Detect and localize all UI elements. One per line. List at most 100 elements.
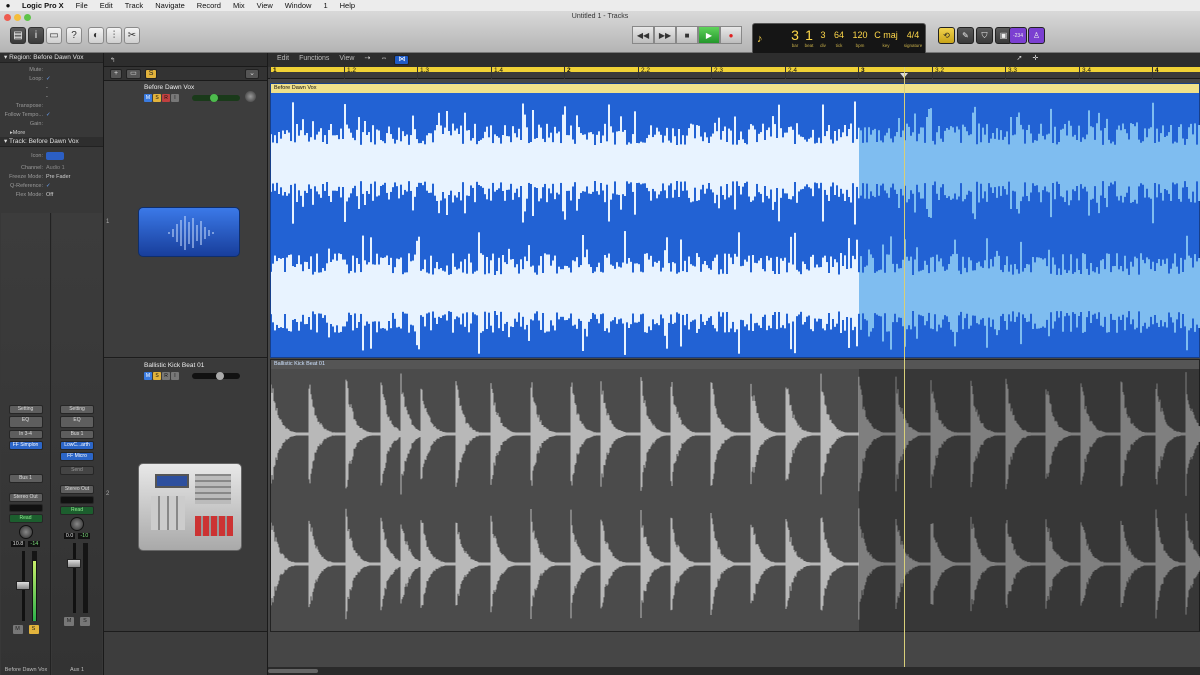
quick-help-button[interactable]: ?: [66, 27, 82, 44]
strip-2-fader-cap[interactable]: [67, 559, 81, 568]
audio-region-ballistic-kick-beat[interactable]: Ballistic Kick Beat 01: [270, 359, 1200, 632]
strip-2-automation-mode[interactable]: Read: [60, 506, 94, 515]
track-1-input-monitor-button[interactable]: I: [171, 94, 179, 102]
track-1-record-button[interactable]: R: [162, 94, 170, 102]
track-1-volume-slider[interactable]: [192, 94, 240, 102]
track-1-pan-knob[interactable]: [245, 91, 256, 102]
inspector-row-q-reference[interactable]: Q-Reference: ✓: [0, 181, 103, 190]
strip-1-pan-knob[interactable]: [18, 525, 33, 539]
editors-button[interactable]: ✂: [124, 27, 140, 44]
strip-2-setting-button[interactable]: Setting: [60, 405, 94, 414]
flex-icon[interactable]: ⋈: [394, 55, 410, 65]
strip-1-setting-button[interactable]: Setting: [8, 405, 43, 414]
track-1-solo-button[interactable]: S: [153, 94, 161, 102]
q-reference-checkbox[interactable]: ✓: [46, 183, 51, 189]
track-1-mute-button[interactable]: M: [144, 94, 152, 102]
inspector-row-follow-tempo[interactable]: Follow Tempo... ✓: [0, 110, 103, 119]
menu-view[interactable]: View: [251, 1, 279, 10]
bar-ruler[interactable]: 1 1.2 1.3 1.4 2 2.2 2.3 2.4 3 3.2 3.3 3.…: [268, 67, 1200, 79]
strip-1-group-slot[interactable]: [8, 504, 43, 512]
menu-track[interactable]: Track: [119, 1, 149, 10]
strip-2-solo-button[interactable]: S: [80, 617, 90, 626]
more-disclosure[interactable]: ▸ More: [0, 128, 103, 137]
strip-1-eq-button[interactable]: EQ: [8, 416, 43, 428]
play-button[interactable]: ▶: [698, 26, 720, 44]
inspector-row-loop[interactable]: Loop: ✓: [0, 74, 103, 83]
solo-button[interactable]: ⛉: [976, 27, 993, 44]
strip-2-pan-knob[interactable]: [70, 517, 84, 531]
track-header-2[interactable]: 2 Ballistic Kick Beat 01 M S R I: [104, 359, 267, 632]
tuner-button[interactable]: ✎: [957, 27, 974, 44]
track-menu-button[interactable]: ⌄: [245, 68, 259, 79]
strip-1-solo-button[interactable]: S: [28, 625, 39, 634]
strip-2-eq-button[interactable]: EQ: [60, 416, 94, 428]
menu-app[interactable]: Logic Pro X: [16, 1, 70, 10]
track-icon-swatch[interactable]: [46, 152, 64, 160]
rewind-button[interactable]: ◀◀: [632, 26, 654, 44]
track-2-solo-button[interactable]: S: [153, 372, 161, 380]
lcd-tempo[interactable]: 120: [851, 27, 869, 43]
strip-2-input-slot[interactable]: Bus 1: [60, 430, 94, 439]
strip-1-fader-cap[interactable]: [15, 581, 30, 590]
apple-menu-icon[interactable]: ●: [0, 1, 16, 10]
region-inspector-header[interactable]: ▾ Region: Before Dawn Vox: [0, 53, 103, 63]
track-2-input-monitor-button[interactable]: I: [171, 372, 179, 380]
strip-1-send-slot[interactable]: Bus 1: [8, 474, 43, 483]
follow-tempo-checkbox[interactable]: ✓: [46, 112, 51, 118]
strip-1-volume-fader[interactable]: [8, 551, 44, 621]
track-1-name[interactable]: Before Dawn Vox: [144, 84, 194, 91]
inspector-row-freeze[interactable]: Freeze Mode: Pre Fader: [0, 172, 103, 181]
audio-region-before-dawn-vox[interactable]: Before Dawn Vox: [270, 83, 1200, 358]
strip-2-plugin-slot-2[interactable]: FF Micro: [60, 452, 94, 461]
menu-help[interactable]: Help: [334, 1, 361, 10]
menu-window[interactable]: Window: [279, 1, 318, 10]
inspector-row-gain[interactable]: Gain:: [0, 119, 103, 128]
menu-1[interactable]: 1: [317, 1, 333, 10]
view-menu[interactable]: View: [336, 55, 358, 65]
library-button[interactable]: ▤: [10, 27, 26, 44]
scrollbar-thumb[interactable]: [268, 669, 318, 673]
smart-controls-button[interactable]: ◐: [88, 27, 104, 44]
edit-menu[interactable]: Edit: [274, 55, 293, 65]
track-2-mute-button[interactable]: M: [144, 372, 152, 380]
fast-forward-button[interactable]: ▶▶: [654, 26, 676, 44]
menu-record[interactable]: Record: [191, 1, 227, 10]
menu-navigate[interactable]: Navigate: [149, 1, 191, 10]
horizontal-scrollbar[interactable]: [268, 667, 1200, 675]
functions-menu[interactable]: Functions: [296, 55, 333, 65]
record-button[interactable]: ●: [720, 26, 742, 44]
snap-icon[interactable]: ⇔: [377, 55, 391, 65]
inspector-row-transpose[interactable]: Transpose:: [0, 101, 103, 110]
strip-2-group-slot[interactable]: [60, 496, 94, 504]
strip-2-send-slot[interactable]: Send: [60, 466, 94, 475]
mixer-button[interactable]: ⫶: [106, 27, 122, 44]
lcd-key[interactable]: C maj: [873, 27, 899, 43]
strip-2-mute-button[interactable]: M: [64, 617, 74, 626]
flex-mode-select[interactable]: Off: [46, 192, 53, 198]
strip-2-plugin-slot-1[interactable]: LowC...arth: [60, 441, 94, 450]
stop-button[interactable]: ■: [676, 26, 698, 44]
menu-mix[interactable]: Mix: [227, 1, 251, 10]
new-folder-button[interactable]: ▭: [126, 68, 141, 79]
inspector-row-flex[interactable]: Flex Mode: Off: [0, 190, 103, 199]
inspector-row-icon[interactable]: Icon:: [0, 149, 103, 163]
track-2-name[interactable]: Ballistic Kick Beat 01: [144, 362, 204, 369]
inspector-button[interactable]: i: [28, 27, 44, 44]
global-solo-button[interactable]: S: [144, 68, 158, 79]
metronome-button[interactable]: ♙: [1028, 27, 1045, 44]
count-in-value[interactable]: -234: [1009, 27, 1027, 44]
loop-checkbox[interactable]: ✓: [46, 76, 51, 82]
catch-icon[interactable]: ⇢: [361, 55, 374, 65]
add-track-button[interactable]: +: [110, 68, 123, 79]
back-icon[interactable]: ↰: [110, 56, 115, 64]
strip-1-input-slot[interactable]: In 3-4: [8, 430, 43, 439]
cycle-area[interactable]: [270, 67, 1200, 72]
track-2-record-button[interactable]: R: [162, 372, 170, 380]
toolbar-button[interactable]: ▭: [46, 27, 62, 44]
strip-1-automation-mode[interactable]: Read: [8, 514, 43, 523]
track-inspector-header[interactable]: ▾ Track: Before Dawn Vox: [0, 137, 103, 147]
strip-1-mute-button[interactable]: M: [12, 625, 23, 634]
freeze-mode-select[interactable]: Pre Fader: [46, 174, 70, 180]
lcd-display[interactable]: ♪ 3 bar 1 beat 3 div 64 tick 120 bpm C maj key…: [752, 23, 926, 57]
inspector-row-mute[interactable]: Mute:: [0, 65, 103, 74]
